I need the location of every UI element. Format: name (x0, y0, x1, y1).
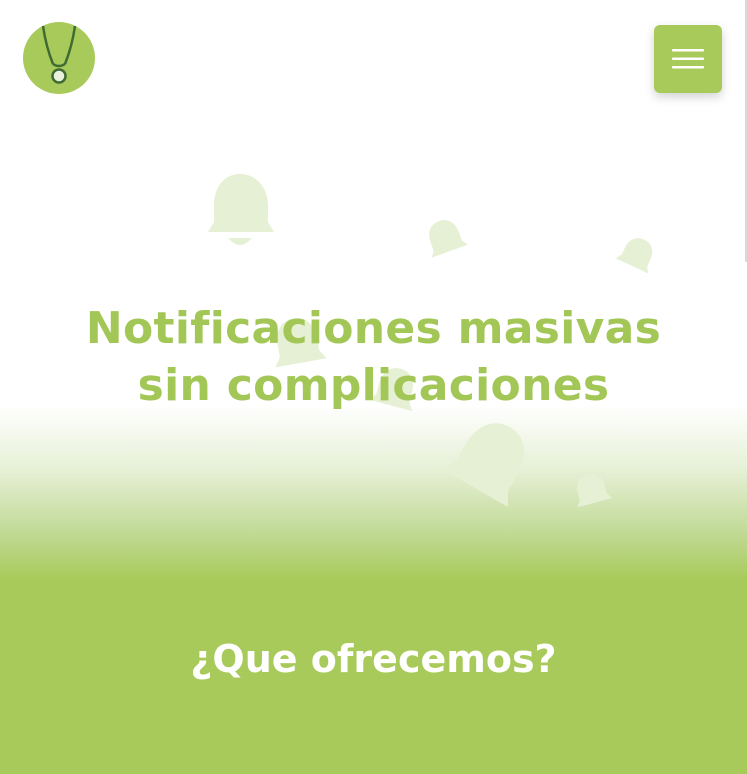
hero-title-line-2: sin complicaciones (137, 360, 610, 411)
offer-section-title: ¿Que ofrecemos? (190, 637, 557, 681)
bell-icon (442, 423, 525, 507)
hero-title-line-1: Notificaciones masivas (85, 303, 662, 354)
exclamation-bell-logo-icon (23, 22, 95, 94)
bell-icon (429, 220, 468, 258)
landing-page: Notificaciones masivas sin complicacione… (0, 0, 747, 774)
menu-button[interactable] (654, 25, 722, 93)
bell-icon (208, 174, 274, 245)
bell-icon (615, 238, 653, 274)
hamburger-menu-icon (672, 49, 704, 69)
hero-title: Notificaciones masivas sin complicacione… (0, 300, 747, 414)
bell-icon (577, 474, 613, 508)
logo[interactable] (21, 20, 97, 96)
